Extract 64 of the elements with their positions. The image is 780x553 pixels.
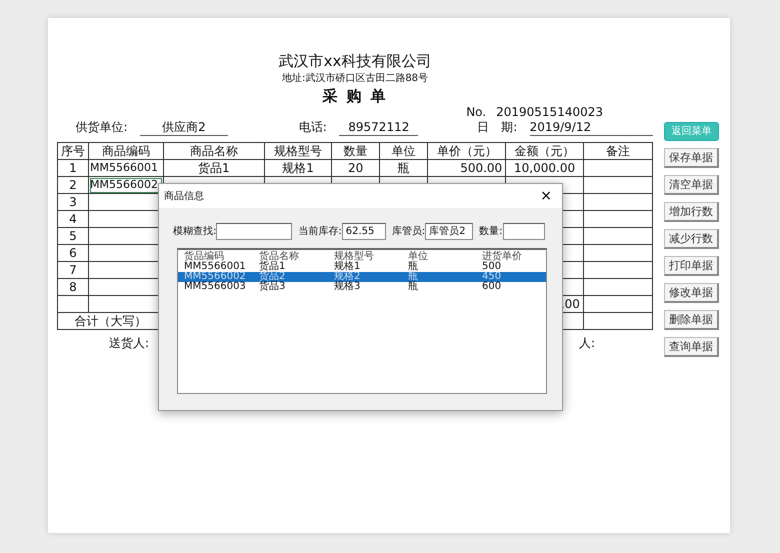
table-cell: 6 — [58, 244, 88, 262]
column-header: 单价（元） — [428, 142, 506, 160]
field-label: 数量: — [479, 225, 502, 239]
column-header: 进货单价 — [482, 252, 523, 262]
field-label: 电话: — [298, 120, 327, 136]
table-cell: 10,000.00 — [506, 160, 584, 176]
field-label: 模糊查找: — [173, 224, 216, 239]
input-field[interactable]: 62.55 — [342, 223, 386, 240]
column-header: 备注 — [583, 142, 652, 160]
table-cell: 货品1 — [163, 160, 264, 176]
action-button[interactable]: 打印单据 — [664, 256, 719, 276]
column-header: 货品编码 — [184, 252, 224, 262]
column-header: 商品名称 — [163, 142, 264, 160]
action-button[interactable]: 删除单据 — [664, 310, 719, 330]
table-cell: 瓶 — [379, 160, 428, 176]
company-address: 地址:武汉市硚口区古田二路88号 — [280, 73, 430, 85]
field-label: 供货单位: — [74, 120, 128, 136]
action-button[interactable]: 保存单据 — [664, 148, 719, 168]
column-header: 规格型号 — [334, 252, 375, 262]
dialog-title: 商品信息 — [164, 190, 204, 204]
table-cell[interactable]: MM5566001 — [88, 160, 164, 176]
close-button[interactable]: × — [538, 188, 554, 204]
order-number: 20190515140023 — [496, 105, 603, 120]
input-field[interactable]: 库管员2 — [425, 223, 474, 240]
field-value: 供应商2 — [140, 120, 228, 136]
field-value: 89572112 — [339, 120, 418, 136]
field-value: 2019/9/12 — [530, 120, 654, 136]
input-field[interactable] — [216, 223, 292, 240]
column-header: 规格型号 — [264, 142, 332, 160]
table-cell: 3 — [58, 194, 88, 210]
document-title: 采 购 单 — [321, 87, 389, 105]
action-button[interactable]: 减少行数 — [664, 229, 719, 249]
column-header: 单位 — [379, 142, 428, 160]
signature-label: 人: — [578, 335, 595, 352]
list-row[interactable]: MM5566001 货品1 规格1 瓶 500 — [178, 262, 546, 272]
action-button[interactable]: 查询单据 — [664, 337, 719, 357]
list-row[interactable]: MM5566003 货品3 规格3 瓶 600 — [178, 282, 546, 292]
input-field[interactable] — [502, 223, 544, 240]
field-label: 当前库存: — [298, 224, 342, 239]
action-button[interactable]: 清空单据 — [664, 175, 719, 195]
table-cell: 5 — [58, 228, 88, 244]
table-cell: 20 — [332, 160, 380, 176]
table-cell: 1 — [58, 160, 88, 176]
column-header: 序号 — [58, 142, 88, 160]
field-label: 日 期: — [476, 120, 518, 136]
column-header: 数量 — [332, 142, 380, 160]
field-label: 库管员: — [392, 224, 426, 239]
table-cell: 500.00 — [428, 160, 506, 176]
table-cell: 规格1 — [264, 160, 332, 176]
signature-label: 送货人: — [109, 335, 150, 352]
table-cell: 7 — [58, 262, 88, 278]
action-button[interactable]: 修改单据 — [664, 283, 719, 303]
table-cell: 8 — [58, 278, 88, 296]
column-header: 金额（元） — [506, 142, 584, 160]
column-header: 商品编码 — [88, 142, 164, 160]
number-label: No. — [466, 105, 486, 120]
table-cell[interactable]: MM5566002 — [88, 176, 164, 194]
table-cell: 4 — [58, 210, 88, 228]
action-button[interactable]: 增加行数 — [664, 202, 719, 222]
list-row[interactable]: MM5566002 货品2 规格2 瓶 450 — [178, 272, 546, 282]
column-header: 单位 — [408, 252, 429, 262]
column-header: 货品名称 — [259, 252, 300, 262]
table-cell: 2 — [58, 176, 88, 194]
company-name: 武汉市xx科技有限公司 — [278, 52, 432, 70]
